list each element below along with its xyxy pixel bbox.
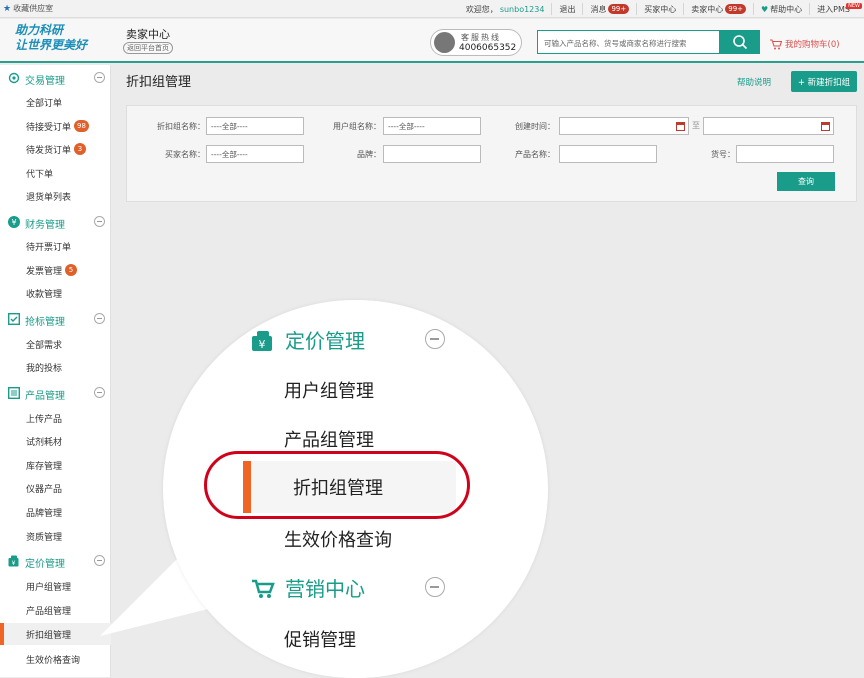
magnified-section-pricing: ¥ 定价管理	[249, 322, 459, 358]
price-tag-icon: ¥	[252, 331, 272, 351]
collapse-icon	[425, 329, 445, 349]
svg-text:¥: ¥	[259, 338, 266, 351]
magnified-promotions: 促销管理	[284, 630, 356, 651]
magnified-effective-prices: 生效价格查询	[284, 530, 392, 551]
highlight-ring	[204, 451, 470, 519]
magnified-product-groups: 产品组管理	[284, 430, 374, 451]
magnified-user-groups: 用户组管理	[284, 381, 374, 402]
magnified-section-marketing: 营销中心	[249, 570, 459, 606]
collapse-icon	[425, 577, 445, 597]
cart-icon	[252, 579, 275, 598]
